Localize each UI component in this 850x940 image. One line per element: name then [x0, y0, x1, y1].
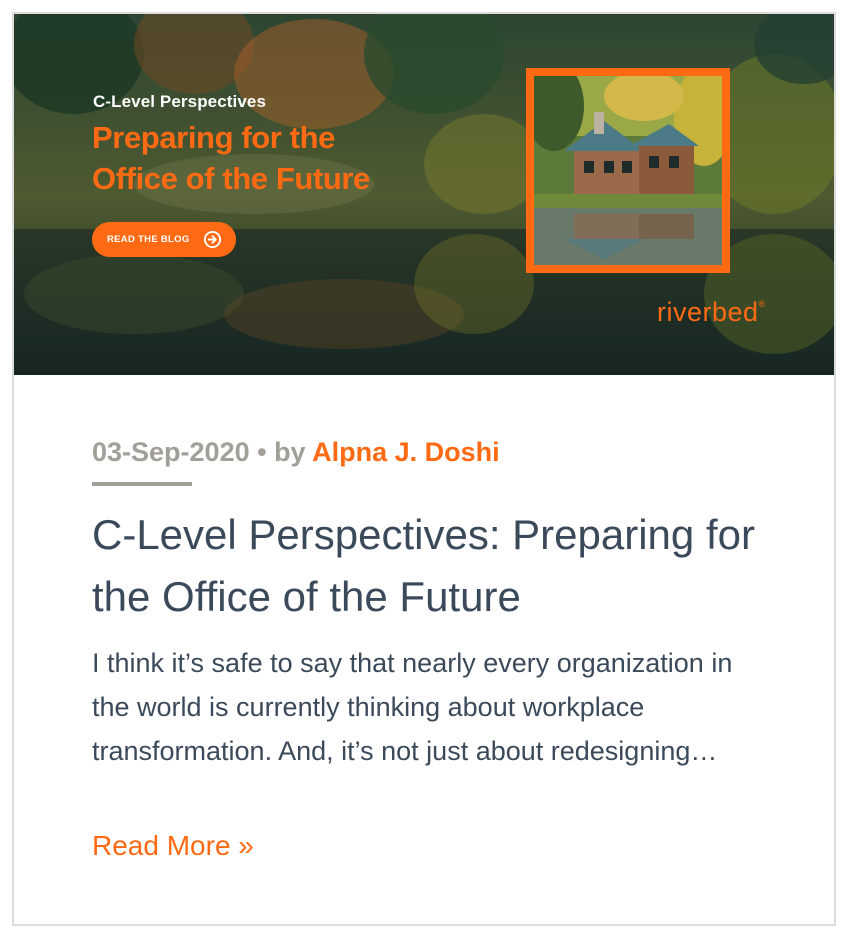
brand-registered-mark: ® [758, 299, 766, 309]
post-title[interactable]: C-Level Perspectives: Preparing for the … [92, 504, 772, 628]
hero-title: Preparing for the Office of the Future [92, 117, 472, 199]
blog-post-card: C-Level Perspectives Preparing for the O… [12, 12, 836, 926]
post-by: • by [249, 437, 313, 467]
hero-title-line-2: Office of the Future [92, 161, 370, 196]
author-link[interactable]: Alpna J. Doshi [312, 437, 500, 467]
hero-title-line-1: Preparing for the [92, 120, 335, 155]
arrow-right-circle-icon [203, 230, 222, 249]
house-photo [526, 68, 730, 273]
read-the-blog-label: READ THE BLOG [107, 234, 190, 245]
read-more-link[interactable]: Read More » [92, 830, 254, 862]
post-date: 03-Sep-2020 [92, 437, 250, 467]
post-excerpt: I think it’s safe to say that nearly eve… [92, 648, 733, 766]
hero-banner[interactable]: C-Level Perspectives Preparing for the O… [14, 14, 834, 375]
riverbed-logo: riverbed® [657, 297, 766, 328]
meta-divider [92, 482, 192, 486]
read-the-blog-button[interactable]: READ THE BLOG [92, 222, 236, 257]
hero-kicker: C-Level Perspectives [93, 92, 267, 111]
brand-name: riverbed [657, 297, 759, 327]
post-meta: 03-Sep-2020 • by Alpna J. Doshi [92, 437, 500, 468]
